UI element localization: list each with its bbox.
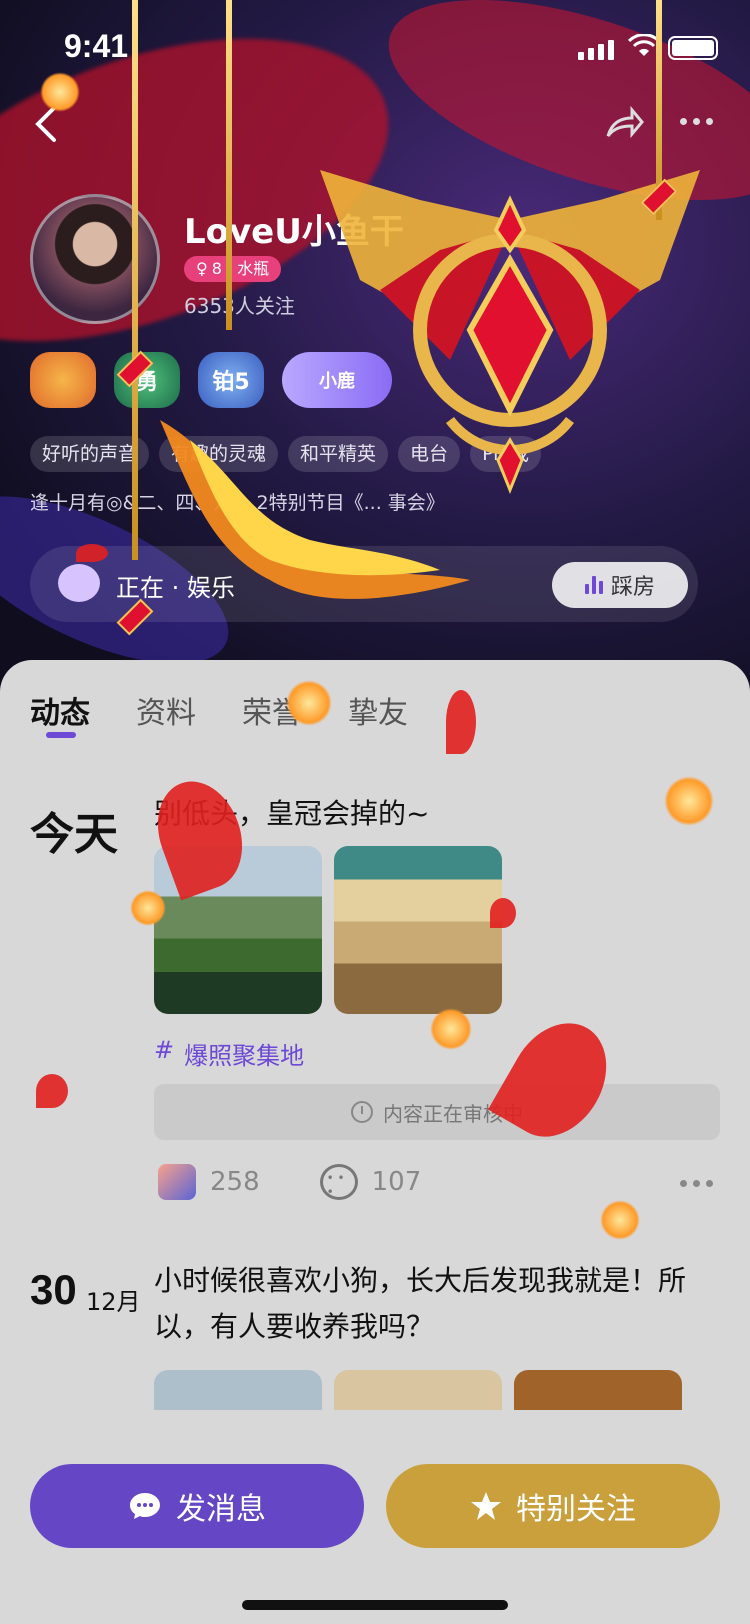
- petal-effect: [76, 544, 108, 562]
- star-icon: [471, 1492, 501, 1520]
- post-actions: 258 107: [158, 1164, 421, 1200]
- send-message-button[interactable]: 发消息: [30, 1464, 364, 1548]
- send-message-label: 发消息: [176, 1492, 266, 1527]
- share-icon[interactable]: [604, 106, 644, 142]
- spark-effect: [286, 680, 332, 726]
- pendant-chain: [132, 0, 138, 560]
- female-icon: ♀: [196, 259, 208, 278]
- enter-room-button[interactable]: 踩房: [552, 562, 688, 608]
- comment-button[interactable]: 107: [319, 1164, 422, 1200]
- spark-effect: [664, 776, 714, 826]
- petal-effect: [36, 1074, 68, 1108]
- comment-count: 107: [371, 1167, 422, 1197]
- post-photo-beach-dog[interactable]: [334, 846, 502, 1014]
- badge-level[interactable]: [30, 352, 96, 408]
- signal-icon: [578, 40, 614, 60]
- pendant-chain: [226, 0, 232, 330]
- zodiac-tag: ♀ 8 · 水瓶: [184, 256, 282, 282]
- tab-indicator: [46, 732, 76, 738]
- enter-room-label: 踩房: [610, 575, 655, 600]
- profile-header: 9:41 LoveU小鱼干 ♀ 8 · 水瓶 6353人关注 勇 铂5 小鹿 好…: [0, 0, 750, 700]
- zodiac-tag-label: 8 · 水瓶: [211, 259, 270, 278]
- like-icon: [158, 1164, 196, 1200]
- review-status-banner: 内容正在审核中: [154, 1084, 720, 1140]
- topic-link[interactable]: # 爆照聚集地: [154, 1036, 304, 1071]
- post-date-month: 12月: [86, 1288, 141, 1316]
- home-indicator: [242, 1600, 508, 1610]
- post-text[interactable]: 小时候很喜欢小狗，长大后发现我就是！所以，有人要收养我吗？: [154, 1258, 714, 1350]
- spark-effect: [430, 1008, 472, 1050]
- post-photo[interactable]: [334, 1370, 502, 1410]
- spark-effect: [40, 72, 80, 112]
- clock-icon: [351, 1101, 373, 1123]
- special-follow-button[interactable]: 特别关注: [386, 1464, 720, 1548]
- like-count: 258: [210, 1167, 260, 1197]
- room-status-icon: [58, 564, 100, 602]
- audio-bars-icon: [584, 576, 603, 594]
- tab-friends[interactable]: 挚友: [348, 688, 408, 732]
- avatar[interactable]: [30, 194, 160, 324]
- status-time: 9:41: [64, 28, 129, 64]
- topic-label: 爆照聚集地: [184, 1042, 305, 1070]
- battery-icon: [668, 36, 718, 60]
- follower-count: 6353人关注: [184, 294, 295, 318]
- like-button[interactable]: 258: [158, 1164, 260, 1200]
- status-bar: 9:41: [0, 0, 750, 98]
- profile-tabs: 动态 资料 荣誉 挚友: [30, 688, 408, 732]
- post-photo[interactable]: [154, 1370, 322, 1410]
- special-follow-label: 特别关注: [516, 1492, 636, 1527]
- chat-icon: [130, 1493, 160, 1519]
- comment-icon: [319, 1164, 358, 1200]
- post-date-day: 30: [30, 1266, 77, 1313]
- petal-effect: [446, 690, 476, 754]
- post-date: 今天: [30, 809, 118, 860]
- spark-effect: [130, 890, 166, 926]
- post-more-icon[interactable]: [680, 1180, 713, 1187]
- flame-effect-icon: [160, 420, 470, 599]
- tab-moments[interactable]: 动态: [30, 688, 90, 732]
- petal-effect: [490, 898, 516, 928]
- more-icon[interactable]: [680, 118, 713, 125]
- spark-effect: [600, 1200, 640, 1240]
- post-photo[interactable]: [514, 1370, 682, 1410]
- tab-profile[interactable]: 资料: [136, 688, 196, 732]
- hash-icon: #: [154, 1036, 175, 1064]
